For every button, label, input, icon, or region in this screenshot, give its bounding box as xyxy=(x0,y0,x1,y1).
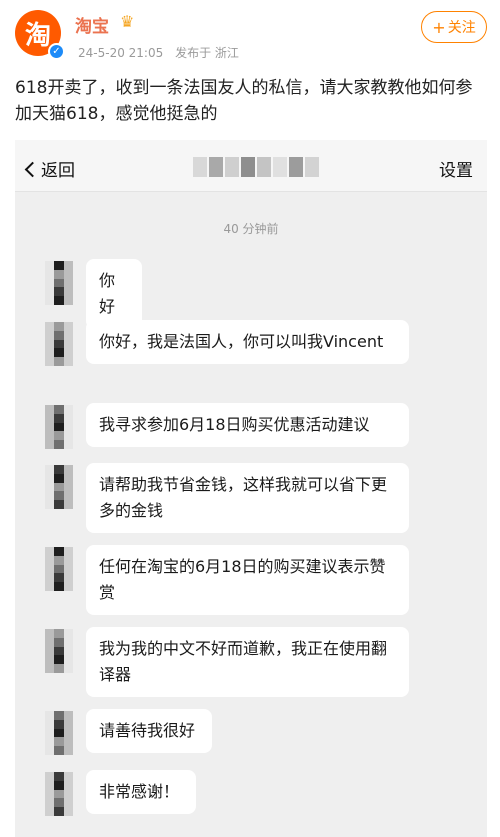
message-bubble: 我为我的中文不好而道歉，我正在使用翻译器 xyxy=(86,627,409,697)
chevron-left-icon xyxy=(24,161,41,177)
message-bubble: 请帮助我节省金钱，这样我就可以省下更多的金钱 xyxy=(86,463,409,533)
pixelated-avatar xyxy=(45,547,73,591)
pixelated-avatar xyxy=(45,465,73,509)
message-bubble: 你好，我是法国人，你可以叫我Vincent xyxy=(86,320,409,364)
pixelated-avatar xyxy=(45,772,73,816)
message-bubble: 我寻求参加6月18日购买优惠活动建议 xyxy=(86,403,409,447)
post-date: 24-5-20 21:05 xyxy=(78,46,164,60)
pixelated-avatar xyxy=(45,629,73,673)
verified-badge-icon: ✓ xyxy=(48,43,65,60)
post-meta: 24-5-20 21:05 发布于 浙江 xyxy=(78,44,247,61)
author-name[interactable]: 淘宝 xyxy=(75,12,109,37)
crown-icon: ♛ xyxy=(120,12,135,31)
message-timestamp: 40 分钟前 xyxy=(223,222,279,236)
follow-button[interactable]: + 关注 xyxy=(421,11,487,43)
pixelated-avatar xyxy=(45,322,73,366)
message-bubble: 任何在淘宝的6月18日的购买建议表示赞赏 xyxy=(86,545,409,615)
plus-icon: + xyxy=(432,17,446,37)
back-button[interactable]: 返回 xyxy=(24,156,75,181)
taobao-logo-icon: 淘 xyxy=(24,20,51,51)
chat-screenshot: 返回 设置 40 分钟前 你好 你好，我是法国人，你可以叫我Vincent 我寻… xyxy=(15,140,487,837)
post-source: 发布于 浙江 xyxy=(175,46,239,60)
message-bubble: 非常感谢！ xyxy=(86,770,196,814)
back-label: 返回 xyxy=(41,161,75,181)
pixelated-avatar xyxy=(45,405,73,449)
follow-label: 关注 xyxy=(447,20,476,36)
message-bubble: 请善待我很好 xyxy=(86,709,212,753)
post-header: 淘 ✓ 淘宝 ♛ 24-5-20 21:05 发布于 浙江 + 关注 xyxy=(0,0,500,70)
settings-button[interactable]: 设置 xyxy=(439,156,473,181)
post-text: 618开卖了，收到一条法国友人的私信，请大家教教他如何参加天猫618，感觉他挺急… xyxy=(15,78,473,124)
pixelated-avatar xyxy=(45,711,73,755)
pixelated-avatar xyxy=(45,261,73,305)
pixelated-contact-name xyxy=(193,157,319,177)
message-bubble: 你好 xyxy=(86,259,142,329)
chat-nav-bar: 返回 设置 xyxy=(15,140,487,192)
